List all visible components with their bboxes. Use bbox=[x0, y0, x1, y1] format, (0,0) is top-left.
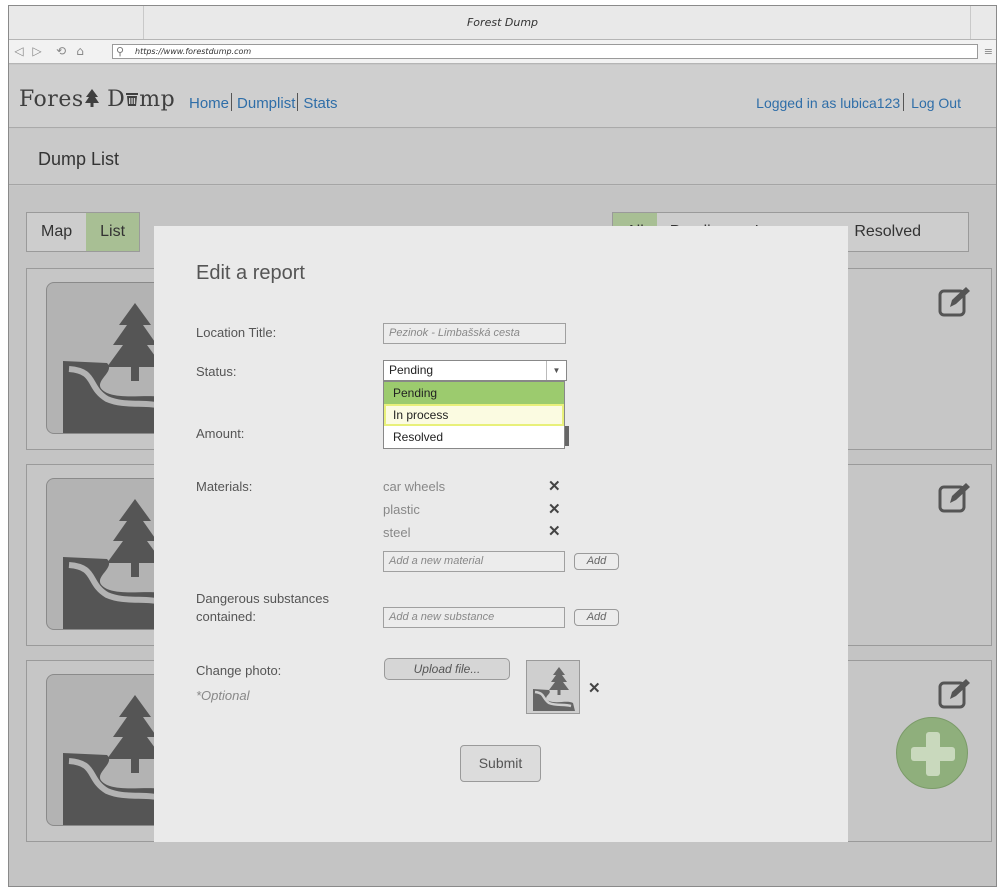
reload-icon[interactable]: ⟲ bbox=[53, 43, 69, 59]
forest-road-icon bbox=[533, 667, 575, 711]
edit-icon[interactable] bbox=[938, 285, 972, 317]
optional-note: *Optional bbox=[196, 688, 250, 703]
menu-icon[interactable]: ≡ bbox=[984, 45, 993, 58]
status-option-in-process[interactable]: In process bbox=[384, 404, 564, 426]
status-selected-value: Pending bbox=[389, 363, 434, 377]
title-bar: Forest Dump bbox=[9, 6, 996, 40]
view-map-button[interactable]: Map bbox=[27, 213, 86, 251]
view-toggle: Map List bbox=[26, 212, 141, 252]
amount-label: Amount: bbox=[196, 426, 245, 441]
material-input[interactable]: Add a new material bbox=[383, 551, 565, 572]
substance-input[interactable]: Add a new substance bbox=[383, 607, 565, 628]
address-bar: ◁ ▷ ⟲ ⌂ ⚲ https://www.forestdump.com ≡ bbox=[9, 40, 996, 64]
chevron-down-icon: ▼ bbox=[546, 361, 566, 380]
nav-home[interactable]: Home bbox=[189, 95, 229, 112]
modal-title: Edit a report bbox=[196, 262, 305, 284]
window-title: Forest Dump bbox=[466, 16, 539, 29]
url-text: https://www.forestdump.com bbox=[135, 47, 252, 56]
material-item: car wheels bbox=[383, 479, 446, 494]
nav-dumplist[interactable]: Dumplist bbox=[237, 95, 295, 112]
view-list-button[interactable]: List bbox=[86, 213, 140, 251]
logged-in-text: Logged in as lubica123 bbox=[756, 95, 901, 111]
page-title-bar: Dump List bbox=[9, 129, 996, 185]
back-icon[interactable]: ◁ bbox=[11, 43, 27, 59]
add-report-button[interactable] bbox=[896, 717, 968, 789]
remove-icon[interactable]: ✕ bbox=[548, 522, 561, 540]
url-input[interactable]: ⚲ https://www.forestdump.com bbox=[112, 44, 978, 59]
remove-icon[interactable]: ✕ bbox=[548, 477, 561, 495]
app-header: Fores Dmp Home Dumplist Stats Logged in as… bbox=[9, 65, 996, 128]
add-material-button[interactable]: Add bbox=[574, 553, 619, 570]
submit-button[interactable]: Submit bbox=[460, 745, 541, 782]
dangerous-label: Dangerous substances contained: bbox=[196, 591, 329, 624]
upload-file-button[interactable]: Upload file... bbox=[384, 658, 510, 680]
status-option-pending[interactable]: Pending bbox=[384, 382, 564, 404]
edit-icon[interactable] bbox=[938, 481, 972, 513]
site-logo[interactable]: Fores Dmp bbox=[19, 87, 175, 112]
logo-text: Fores bbox=[19, 87, 84, 112]
bin-logo-icon bbox=[126, 93, 139, 106]
tree-logo-icon bbox=[84, 89, 99, 107]
logout-link[interactable]: Log Out bbox=[911, 95, 961, 111]
nav-stats[interactable]: Stats bbox=[303, 95, 337, 112]
edit-report-modal: Edit a report Location Title: Pezinok - … bbox=[154, 226, 848, 842]
main-nav: Home Dumplist Stats bbox=[189, 93, 338, 112]
status-select[interactable]: Pending ▼ bbox=[383, 360, 567, 381]
photo-label: Change photo: bbox=[196, 663, 282, 678]
page-title: Dump List bbox=[38, 149, 120, 169]
photo-thumbnail bbox=[526, 660, 580, 714]
remove-icon[interactable]: ✕ bbox=[548, 500, 561, 518]
home-icon[interactable]: ⌂ bbox=[72, 43, 88, 59]
material-item: steel bbox=[383, 525, 411, 540]
filter-resolved[interactable]: Resolved bbox=[841, 213, 934, 251]
forward-icon[interactable]: ▷ bbox=[29, 43, 45, 59]
search-icon: ⚲ bbox=[116, 45, 125, 58]
materials-label: Materials: bbox=[196, 479, 253, 494]
status-dropdown: Pending In process Resolved bbox=[383, 381, 565, 449]
status-label: Status: bbox=[196, 364, 237, 379]
edit-icon[interactable] bbox=[938, 677, 972, 709]
add-substance-button[interactable]: Add bbox=[574, 609, 619, 626]
material-item: plastic bbox=[383, 502, 420, 517]
remove-photo-icon[interactable]: ✕ bbox=[588, 679, 601, 697]
status-option-resolved[interactable]: Resolved bbox=[384, 426, 564, 448]
user-box: Logged in as lubica123 Log Out bbox=[756, 93, 961, 111]
location-label: Location Title: bbox=[196, 325, 277, 340]
location-input[interactable]: Pezinok - Limbašská cesta bbox=[383, 323, 566, 344]
